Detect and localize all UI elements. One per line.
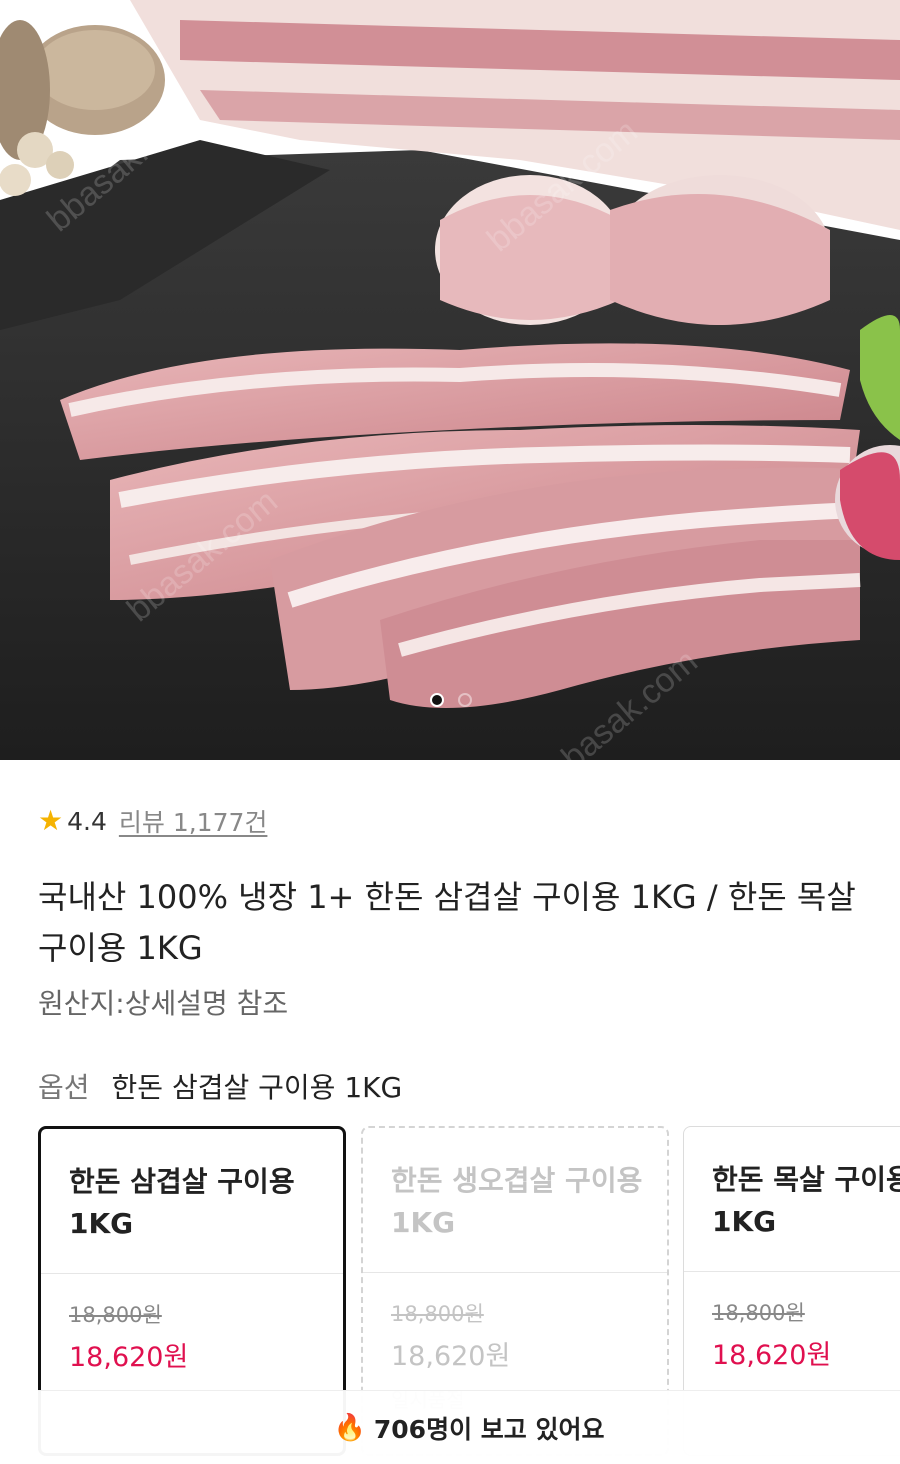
original-price: 18,800원 [391,1302,484,1326]
sale-price: 18,620원 [69,1342,189,1373]
carousel-dot[interactable] [458,693,472,707]
product-origin: 원산지:상세설명 참조 [38,987,289,1020]
fire-icon: 🔥 [333,1412,366,1443]
star-icon: ★ [38,804,64,837]
product-photo [0,0,900,760]
rating-value: 4.4 [67,806,107,836]
divider [41,1273,343,1274]
divider [684,1271,900,1272]
viewers-banner: 🔥 706명이 보고 있어요 [38,1390,900,1464]
option-name: 한돈 삼겹살 구이용 1KG [69,1165,295,1240]
rating-row: ★ 4.4 리뷰 1,177건 [38,803,267,839]
carousel-indicator [430,693,472,707]
original-price: 18,800원 [712,1301,805,1325]
option-label: 옵션 [38,1071,90,1104]
original-price: 18,800원 [69,1303,162,1327]
review-count-link[interactable]: 리뷰 1,177건 [119,803,268,839]
option-selected-value: 한돈 삼겹살 구이용 1KG [111,1071,403,1104]
option-name: 한돈 생오겹살 구이용 1KG [391,1164,643,1239]
viewers-text: 706명이 보고 있어요 [373,1414,605,1444]
option-header: 옵션 한돈 삼겹살 구이용 1KG [38,1066,402,1106]
carousel-dot-active[interactable] [430,693,444,707]
option-name: 한돈 목살 구이용 1KG [712,1163,900,1238]
divider [363,1272,667,1273]
product-title: 국내산 100% 냉장 1+ 한돈 삼겹살 구이용 1KG / 한돈 목살 구이… [38,878,856,967]
product-image-carousel[interactable]: bbasak.com bbasak.com bbasak.com bbasak.… [0,0,900,760]
sale-price: 18,620원 [391,1341,511,1372]
sale-price: 18,620원 [712,1340,832,1371]
